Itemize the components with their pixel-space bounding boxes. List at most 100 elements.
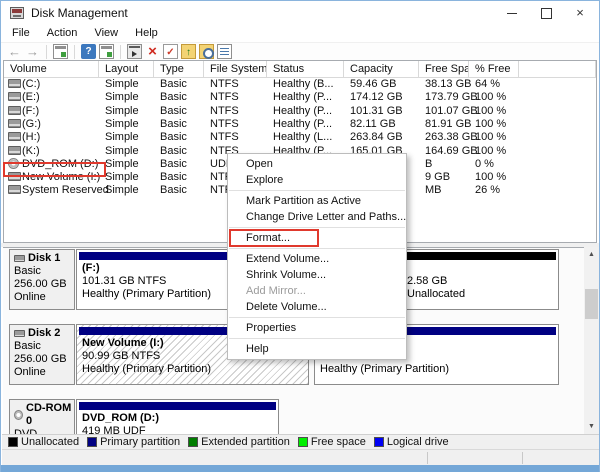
- console-tree-icon[interactable]: [99, 44, 114, 59]
- menu-item-open[interactable]: Open: [228, 156, 406, 172]
- maximize-button[interactable]: [529, 1, 563, 25]
- minimize-button[interactable]: [495, 1, 529, 25]
- column-header-status[interactable]: Status: [267, 61, 344, 78]
- legend-logical-drive: Logical drive: [374, 436, 449, 448]
- properties-icon[interactable]: [217, 44, 232, 59]
- cell-pct: 100 %: [475, 131, 506, 143]
- cell-fs: NTFS: [210, 91, 239, 103]
- context-menu: OpenExplore Mark Partition as ActiveChang…: [227, 153, 407, 360]
- column-header-layout[interactable]: Layout: [99, 61, 154, 78]
- cell-status: Healthy (P...: [273, 105, 332, 117]
- legend-swatch: [87, 437, 97, 447]
- window-bottom-edge: [1, 465, 599, 472]
- cell-fs: NTFS: [210, 131, 239, 143]
- cell-layout: Simple: [105, 145, 139, 157]
- cell-status: Healthy (P...: [273, 118, 332, 130]
- cell-status: Healthy (P...: [273, 91, 332, 103]
- menu-separator: [229, 248, 405, 249]
- legend-label: Unallocated: [21, 436, 79, 448]
- disk-header-cd-rom-0[interactable]: CD-ROM 0DVD419 MBOnline: [9, 399, 75, 434]
- menu-item-delete-volume[interactable]: Delete Volume...: [228, 299, 406, 315]
- menu-view[interactable]: View: [87, 25, 125, 41]
- column-header-file-system[interactable]: File System: [204, 61, 267, 78]
- folder-up-icon[interactable]: [181, 44, 196, 59]
- disk-management-window: Disk Management × File Action View Help …: [0, 0, 600, 472]
- partition-size: 2.58 GB: [407, 275, 558, 288]
- help-icon[interactable]: [81, 44, 96, 59]
- toolbar-separator: [46, 45, 47, 59]
- partition-title: DVD_ROM (D:): [82, 412, 278, 425]
- menu-bar: File Action View Help: [1, 25, 599, 42]
- app-icon: [10, 7, 24, 19]
- toolbar-separator: [74, 45, 75, 59]
- cell-volume: (F:): [22, 105, 39, 117]
- cell-pct: 100 %: [475, 118, 506, 130]
- menu-item-properties[interactable]: Properties: [228, 320, 406, 336]
- menu-file[interactable]: File: [5, 25, 37, 41]
- folder-search-icon[interactable]: [199, 44, 214, 59]
- menu-item-format[interactable]: Format...: [228, 230, 406, 246]
- cell-capacity: 82.11 GB: [350, 118, 396, 130]
- legend-label: Free space: [311, 436, 366, 448]
- scroll-down-arrow[interactable]: ▼: [584, 419, 599, 434]
- menu-separator: [229, 338, 405, 339]
- cell-type: Basic: [160, 105, 187, 117]
- cell-capacity: 174.12 GB: [350, 91, 403, 103]
- volume-row-h[interactable]: (H:)SimpleBasicNTFSHealthy (L...263.84 G…: [4, 131, 596, 144]
- legend-swatch: [188, 437, 198, 447]
- cell-capacity: 101.31 GB: [350, 105, 403, 117]
- disk-header-disk-1[interactable]: Disk 1Basic256.00 GBOnline: [9, 249, 75, 310]
- disk-size: 256.00 GB: [14, 278, 74, 291]
- menu-item-add-mirror[interactable]: Add Mirror...: [228, 283, 406, 299]
- menu-item-change-drive-letter-and-paths[interactable]: Change Drive Letter and Paths...: [228, 209, 406, 225]
- menu-item-help[interactable]: Help: [228, 341, 406, 357]
- checklist-icon[interactable]: [163, 44, 178, 59]
- partition-dvd-rom-d[interactable]: DVD_ROM (D:)419 MB UDFHealthy (Primary P…: [76, 399, 279, 434]
- console-window-icon[interactable]: [53, 44, 68, 59]
- disk-name: Disk 1: [14, 252, 74, 265]
- column-header-type[interactable]: Type: [154, 61, 204, 78]
- cell-layout: Simple: [105, 78, 139, 90]
- volume-row-f[interactable]: (F:)SimpleBasicNTFSHealthy (P...101.31 G…: [4, 105, 596, 118]
- column-header-free[interactable]: % Free: [469, 61, 519, 78]
- column-header-volume[interactable]: Volume: [4, 61, 99, 78]
- legend-swatch: [8, 437, 18, 447]
- partition-status: Unallocated: [407, 288, 558, 301]
- disk-type: Basic: [14, 340, 74, 353]
- cell-free: 263.38 GB: [425, 131, 478, 143]
- volume-row-e[interactable]: (E:)SimpleBasicNTFSHealthy (P...174.12 G…: [4, 91, 596, 104]
- menu-action[interactable]: Action: [40, 25, 85, 41]
- column-header-blank[interactable]: [519, 61, 596, 78]
- cell-free: 38.13 GB: [425, 78, 471, 90]
- partition-status: Healthy (Primary Partition): [82, 363, 308, 376]
- delete-icon[interactable]: [145, 44, 160, 59]
- cell-volume: (H:): [22, 131, 40, 143]
- disk-name: Disk 2: [14, 327, 74, 340]
- hard-drive-icon: [8, 79, 21, 88]
- hard-drive-icon: [8, 106, 21, 115]
- scroll-up-arrow[interactable]: ▲: [584, 247, 599, 262]
- menu-item-explore[interactable]: Explore: [228, 172, 406, 188]
- scrollbar-thumb[interactable]: [585, 289, 598, 319]
- disk-pane-scrollbar[interactable]: ▲ ▼: [584, 247, 599, 434]
- cell-layout: Simple: [105, 184, 139, 196]
- legend-free-space: Free space: [298, 436, 366, 448]
- hard-drive-icon: [8, 146, 21, 155]
- popup-icon[interactable]: [127, 44, 142, 59]
- volume-row-c[interactable]: (C:)SimpleBasicNTFSHealthy (B...59.46 GB…: [4, 78, 596, 91]
- close-button[interactable]: ×: [563, 1, 597, 25]
- back-icon[interactable]: [7, 44, 22, 59]
- volume-row-g[interactable]: (G:)SimpleBasicNTFSHealthy (P...82.11 GB…: [4, 118, 596, 131]
- menu-item-extend-volume[interactable]: Extend Volume...: [228, 251, 406, 267]
- cell-status: Healthy (B...: [273, 78, 334, 90]
- menu-item-shrink-volume[interactable]: Shrink Volume...: [228, 267, 406, 283]
- cell-volume: (G:): [22, 118, 41, 130]
- column-header-capacity[interactable]: Capacity: [344, 61, 419, 78]
- menu-help[interactable]: Help: [128, 25, 165, 41]
- column-header-free-spa[interactable]: Free Spa...: [419, 61, 469, 78]
- forward-icon[interactable]: [25, 44, 40, 59]
- disk-header-disk-2[interactable]: Disk 2Basic256.00 GBOnline: [9, 324, 75, 385]
- menu-item-mark-partition-as-active[interactable]: Mark Partition as Active: [228, 193, 406, 209]
- legend-unallocated: Unallocated: [8, 436, 79, 448]
- cell-fs: NTFS: [210, 118, 239, 130]
